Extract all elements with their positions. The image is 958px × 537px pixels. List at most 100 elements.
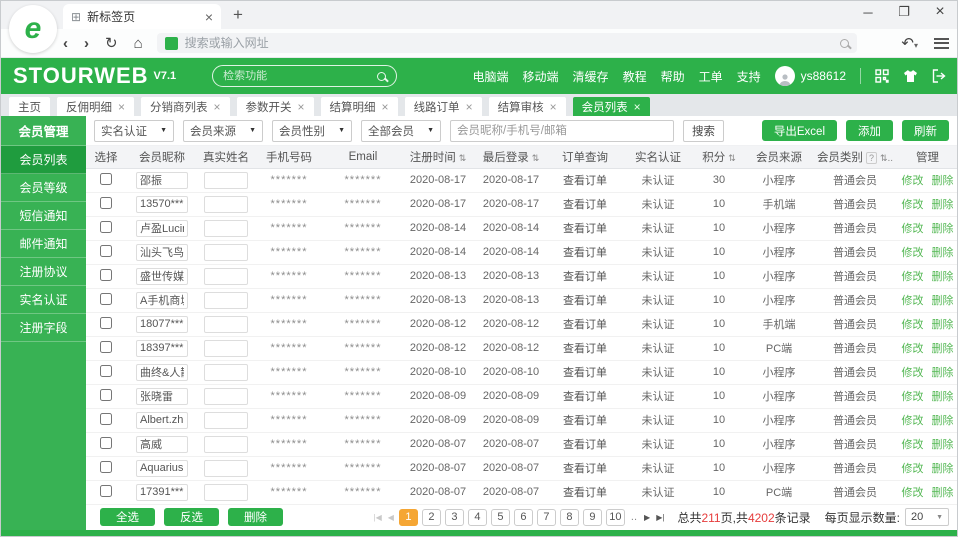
sidebar-item[interactable]: 短信通知 (1, 202, 86, 230)
header-menu-item[interactable]: 清缓存 (573, 68, 609, 85)
sort-icon[interactable]: ⇅ (459, 153, 467, 163)
edit-link[interactable]: 修改 (902, 415, 924, 427)
row-checkbox[interactable] (100, 437, 112, 449)
header-menu-item[interactable]: 帮助 (661, 68, 685, 85)
add-button[interactable]: 添加 (846, 120, 893, 141)
filter-select[interactable]: 会员来源▼ (183, 120, 263, 142)
sidebar-item[interactable]: 会员等级 (1, 174, 86, 202)
row-checkbox[interactable] (100, 365, 112, 377)
page-tab[interactable]: 结算审核× (489, 97, 566, 116)
edit-link[interactable]: 修改 (902, 319, 924, 331)
header-menu-item[interactable]: 教程 (623, 68, 647, 85)
delete-link[interactable]: 删除 (932, 295, 954, 307)
sidebar-item[interactable]: 注册字段 (1, 314, 86, 342)
header-menu-item[interactable]: 工单 (699, 68, 723, 85)
user-menu[interactable]: ys88612 (775, 66, 846, 86)
realname-input[interactable] (204, 292, 248, 309)
view-orders-link[interactable]: 查看订单 (563, 319, 607, 331)
delete-link[interactable]: 删除 (932, 463, 954, 475)
keyword-input[interactable] (450, 120, 674, 142)
view-orders-link[interactable]: 查看订单 (563, 247, 607, 259)
page-tab[interactable]: 线路订单× (405, 97, 482, 116)
sidebar-item[interactable]: 邮件通知 (1, 230, 86, 258)
row-checkbox[interactable] (100, 197, 112, 209)
delete-link[interactable]: 删除 (932, 199, 954, 211)
close-window-button[interactable]: × (933, 3, 947, 21)
undo-history-icon[interactable]: ↶▾ (901, 34, 918, 52)
edit-link[interactable]: 修改 (902, 223, 924, 235)
row-checkbox[interactable] (100, 413, 112, 425)
help-icon[interactable]: ? (866, 152, 877, 164)
page-number[interactable]: 4 (468, 509, 487, 526)
page-tab[interactable]: 结算明细× (321, 97, 398, 116)
row-checkbox[interactable] (100, 173, 112, 185)
edit-link[interactable]: 修改 (902, 343, 924, 355)
delete-link[interactable]: 删除 (932, 439, 954, 451)
page-number[interactable]: 8 (560, 509, 579, 526)
edit-link[interactable]: 修改 (902, 439, 924, 451)
edit-link[interactable]: 修改 (902, 295, 924, 307)
delete-link[interactable]: 删除 (932, 367, 954, 379)
realname-input[interactable] (204, 172, 248, 189)
app-search-input[interactable] (223, 70, 377, 82)
edit-link[interactable]: 修改 (902, 391, 924, 403)
view-orders-link[interactable]: 查看订单 (563, 343, 607, 355)
page-tab[interactable]: 反佣明细× (57, 97, 134, 116)
view-orders-link[interactable]: 查看订单 (563, 367, 607, 379)
header-menu-item[interactable]: 支持 (737, 68, 761, 85)
row-checkbox[interactable] (100, 221, 112, 233)
sort-icon[interactable]: ⇅ (728, 153, 736, 163)
delete-link[interactable]: 删除 (932, 175, 954, 187)
theme-shirt-icon[interactable] (903, 69, 918, 83)
header-menu-item[interactable]: 电脑端 (473, 68, 509, 85)
view-orders-link[interactable]: 查看订单 (563, 391, 607, 403)
sidebar-item[interactable]: 注册协议 (1, 258, 86, 286)
realname-input[interactable] (204, 436, 248, 453)
page-number[interactable]: 6 (514, 509, 533, 526)
refresh-button[interactable]: 刷新 (902, 120, 949, 141)
sort-icon[interactable]: ⇅ (880, 153, 888, 163)
back-icon[interactable]: ‹ (63, 36, 68, 51)
new-tab-button[interactable]: + (233, 5, 243, 25)
nickname-input[interactable] (136, 316, 188, 333)
delete-link[interactable]: 删除 (932, 223, 954, 235)
realname-input[interactable] (204, 316, 248, 333)
tab-close-icon[interactable]: × (466, 100, 473, 114)
nickname-input[interactable] (136, 196, 188, 213)
forward-icon[interactable]: › (84, 36, 89, 51)
filter-select[interactable]: 会员性别▼ (272, 120, 352, 142)
address-input[interactable] (185, 36, 833, 50)
edit-link[interactable]: 修改 (902, 271, 924, 283)
page-number[interactable]: 7 (537, 509, 556, 526)
nickname-input[interactable] (136, 484, 188, 501)
nickname-input[interactable] (136, 364, 188, 381)
nickname-input[interactable] (136, 388, 188, 405)
browser-tab[interactable]: ⊞ 新标签页 × (63, 4, 221, 29)
realname-input[interactable] (204, 196, 248, 213)
row-checkbox[interactable] (100, 269, 112, 281)
prev-page-icon[interactable]: ◀ (387, 513, 395, 522)
delete-link[interactable]: 删除 (932, 319, 954, 331)
page-number[interactable]: 3 (445, 509, 464, 526)
logout-icon[interactable] (932, 69, 947, 83)
row-checkbox[interactable] (100, 461, 112, 473)
view-orders-link[interactable]: 查看订单 (563, 199, 607, 211)
realname-input[interactable] (204, 220, 248, 237)
page-tab[interactable]: 会员列表× (573, 97, 650, 116)
search-button[interactable]: 搜索 (683, 120, 724, 142)
tab-close-icon[interactable]: × (118, 100, 125, 114)
edit-link[interactable]: 修改 (902, 367, 924, 379)
maximize-button[interactable]: ❐ (897, 4, 911, 20)
row-checkbox[interactable] (100, 389, 112, 401)
nickname-input[interactable] (136, 244, 188, 261)
tab-close-icon[interactable]: × (550, 100, 557, 114)
row-checkbox[interactable] (100, 245, 112, 257)
page-tab[interactable]: 分销商列表× (141, 97, 230, 116)
tab-close-icon[interactable]: × (382, 100, 389, 114)
tab-close-icon[interactable]: × (205, 9, 213, 25)
per-page-select[interactable]: 20 ▼ (905, 508, 949, 526)
nickname-input[interactable] (136, 340, 188, 357)
next-page-icon[interactable]: ▶ (643, 513, 651, 522)
address-pill[interactable] (157, 33, 857, 53)
refresh-icon[interactable]: ↻ (105, 36, 118, 51)
